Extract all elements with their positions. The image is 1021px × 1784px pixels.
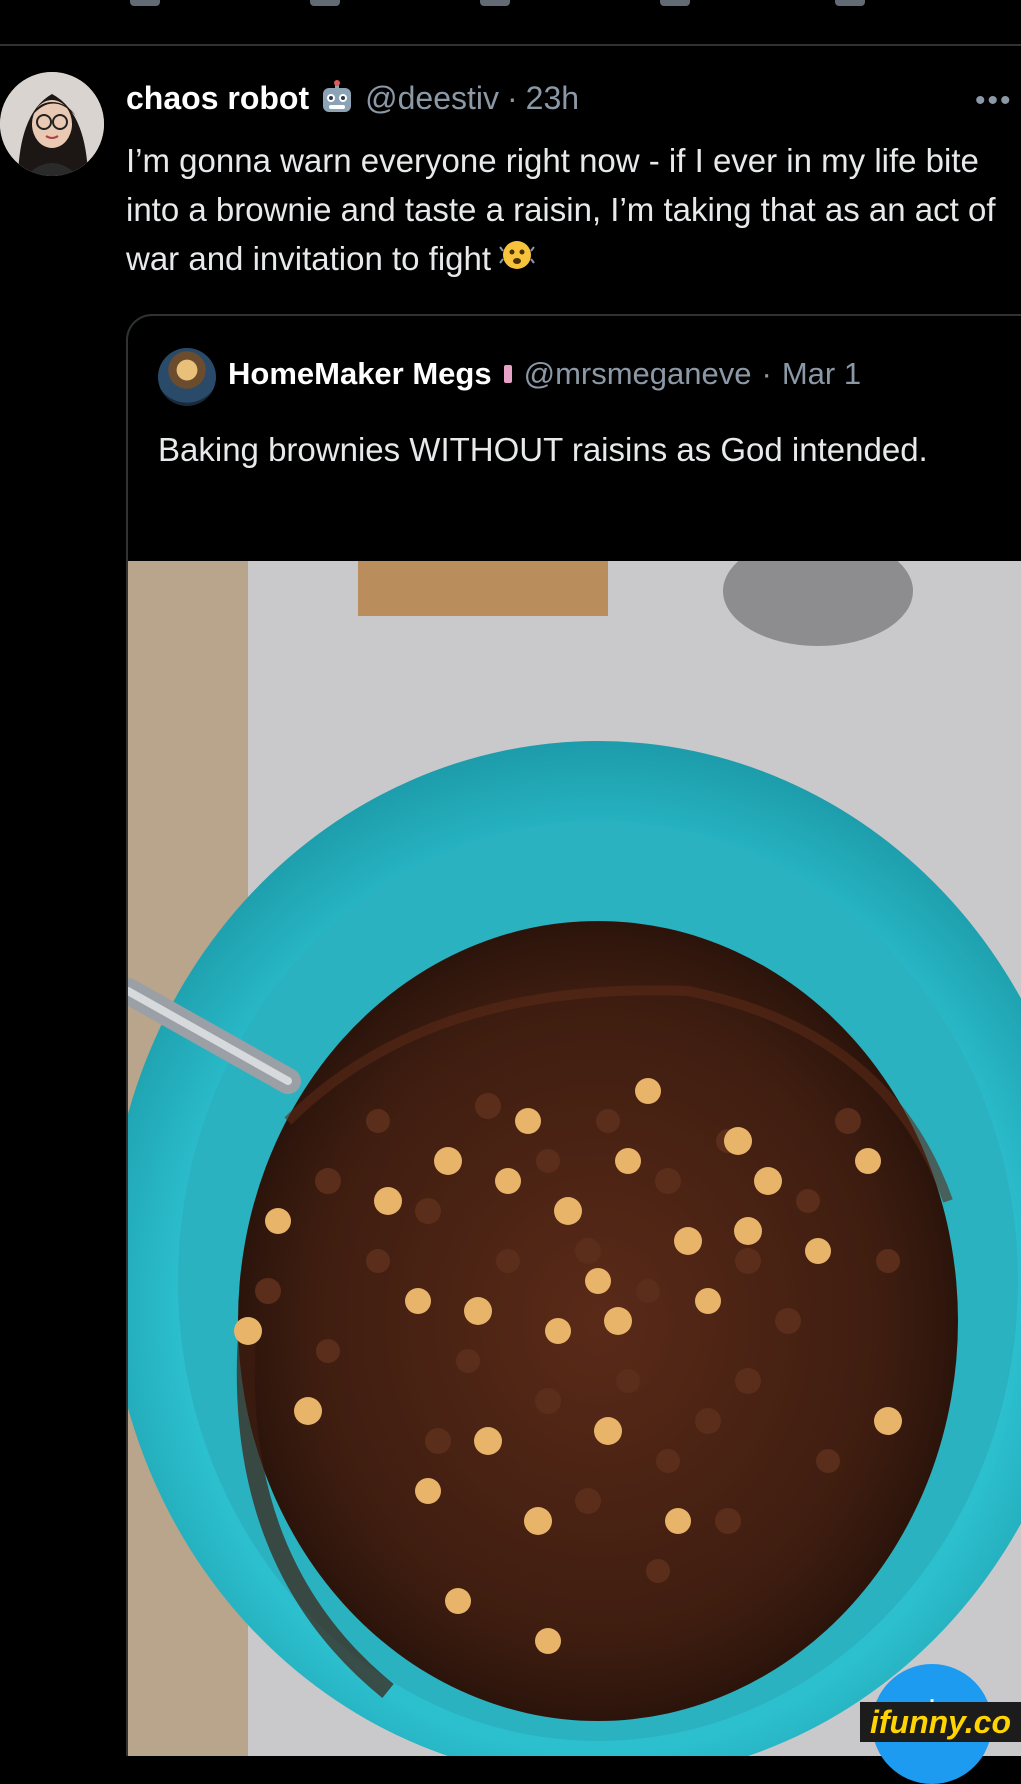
quoted-author-handle[interactable]: @mrsmeganeve <box>524 356 752 392</box>
meta-separator: · <box>507 79 518 116</box>
robot-face-icon <box>319 80 355 116</box>
nav-like-icon[interactable] <box>480 0 510 6</box>
brownie-batter-photo[interactable] <box>128 561 1021 1756</box>
shaking-face-icon <box>497 235 537 288</box>
pink-ribbon-icon <box>503 365 512 383</box>
nav-bookmark-icon[interactable] <box>835 0 865 6</box>
nav-retweet-icon[interactable] <box>310 0 340 6</box>
watermark-logo: ifunny.co <box>859 1702 1021 1742</box>
author-handle[interactable]: @deestiv <box>365 80 499 117</box>
author-name[interactable]: chaos robot <box>126 80 309 117</box>
author-avatar-image <box>0 72 104 176</box>
more-options-icon[interactable]: ••• <box>975 84 1013 118</box>
top-nav-bar <box>0 0 1021 46</box>
quoted-tweet-card[interactable]: HomeMaker Megs @mrsmeganeve · Mar 1 Baki… <box>126 314 1021 1756</box>
tweet-time[interactable]: 23h <box>526 80 579 117</box>
nav-views-icon[interactable] <box>660 0 690 6</box>
quoted-tweet-text: Baking brownies WITHOUT raisins as God i… <box>158 431 928 468</box>
quoted-author-avatar[interactable] <box>158 348 216 406</box>
tweet-body: I’m gonna warn everyone right now - if I… <box>126 136 1006 288</box>
quoted-tweet-header: HomeMaker Megs @mrsmeganeve · Mar 1 <box>228 356 861 392</box>
tweet-header: chaos robot @deestiv · 23h <box>126 78 579 118</box>
quoted-meta-separator: · <box>761 356 772 391</box>
tweet-text: I’m gonna warn everyone right now - if I… <box>126 142 996 277</box>
quoted-author-name[interactable]: HomeMaker Megs <box>228 356 492 392</box>
nav-reply-icon[interactable] <box>130 0 160 6</box>
quoted-tweet-time[interactable]: Mar 1 <box>782 356 861 392</box>
author-avatar[interactable] <box>0 72 104 176</box>
